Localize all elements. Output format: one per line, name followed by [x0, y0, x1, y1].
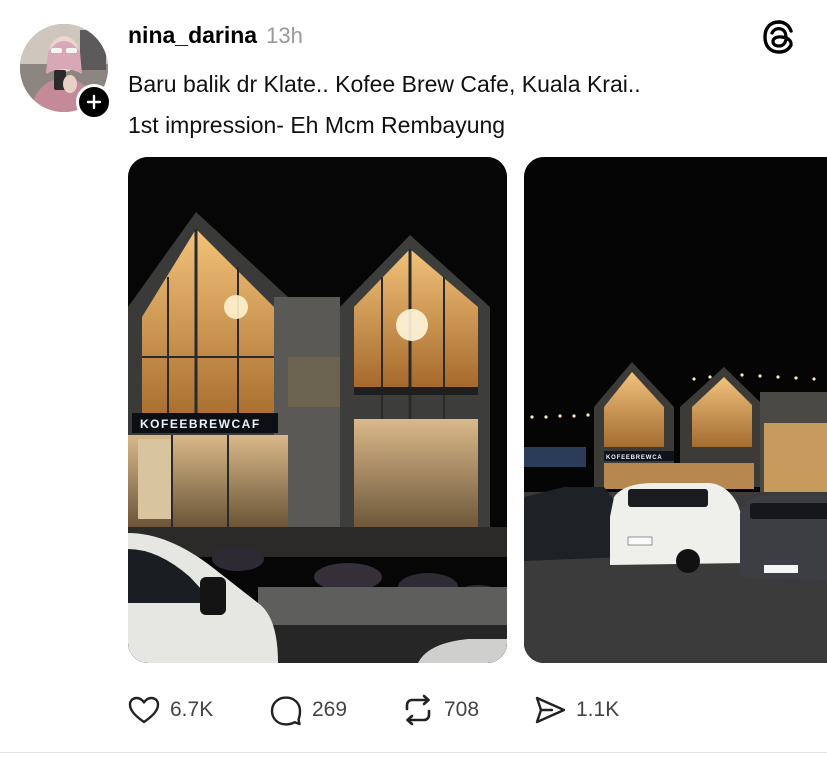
media-carousel[interactable]: KOFEEBREWCAF KOFEEBREWCA [128, 157, 827, 663]
post-divider [0, 752, 827, 753]
post-caption: Baru balik dr Klate.. Kofee Brew Cafe, K… [128, 64, 641, 146]
post-photo[interactable]: KOFEEBREWCA [524, 157, 827, 663]
cafe-sign-text: KOFEEBREWCAF [140, 417, 261, 431]
repost-count: 708 [444, 698, 480, 721]
repost-icon [405, 694, 431, 726]
like-count: 6.7K [170, 698, 214, 721]
caption-line: Baru balik dr Klate.. Kofee Brew Cafe, K… [128, 71, 641, 97]
threads-logo-icon[interactable] [762, 19, 796, 55]
comment-bubble-icon [270, 696, 302, 726]
send-icon [535, 696, 566, 724]
repost-button[interactable]: 708 [400, 690, 479, 730]
comment-button[interactable]: 269 [268, 690, 347, 730]
author-avatar-group [20, 24, 112, 120]
plus-icon [86, 94, 102, 110]
post-photo[interactable]: KOFEEBREWCAF [128, 157, 507, 663]
caption-line: 1st impression- Eh Mcm Rembayung [128, 112, 506, 138]
post-header: nina_darina 13h [128, 22, 303, 52]
cafe-sign-text: KOFEEBREWCA [606, 455, 662, 461]
post-timestamp: 13h [266, 23, 303, 48]
username[interactable]: nina_darina [128, 22, 257, 49]
comment-count: 269 [312, 698, 348, 721]
share-button[interactable]: 1.1K [532, 690, 619, 730]
follow-button[interactable] [76, 84, 112, 120]
share-count: 1.1K [576, 698, 620, 721]
heart-icon [128, 696, 160, 724]
like-button[interactable]: 6.7K [126, 690, 213, 730]
